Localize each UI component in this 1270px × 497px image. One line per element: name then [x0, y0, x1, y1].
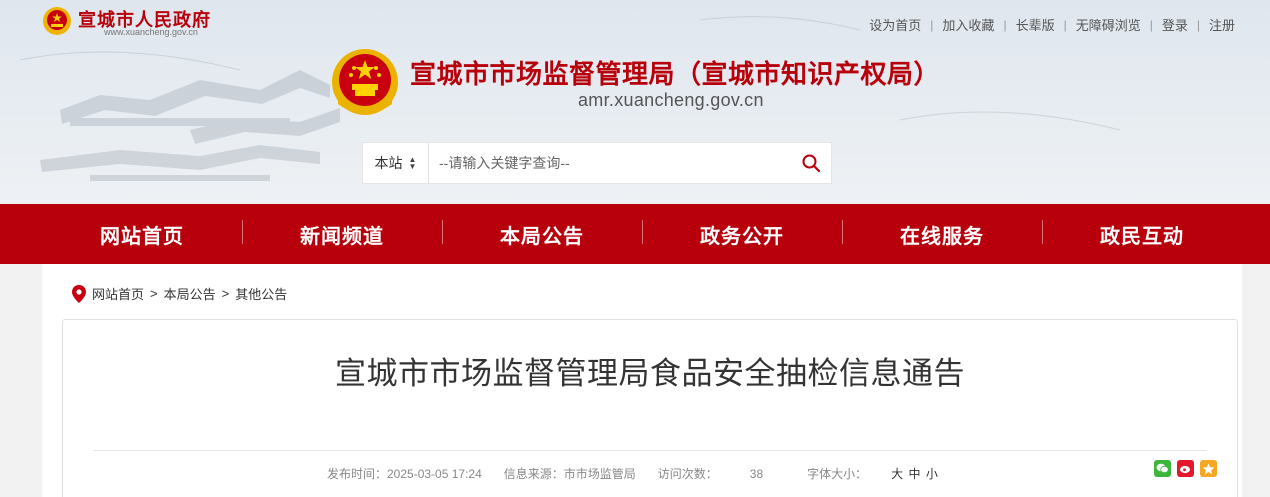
- search-icon: [802, 154, 821, 173]
- breadcrumb-separator: >: [150, 286, 158, 301]
- breadcrumb: 网站首页 > 本局公告 > 其他公告: [72, 284, 287, 303]
- site-header: 宣城市人民政府 www.xuancheng.gov.cn 设为首页 | 加入收藏 |…: [0, 0, 1270, 204]
- search-bar: 本站 ▲ ▼: [362, 142, 832, 184]
- elder-version-link[interactable]: 长辈版: [1007, 15, 1064, 34]
- breadcrumb-announcements[interactable]: 本局公告: [164, 284, 216, 303]
- top-links: 设为首页 | 加入收藏 | 长辈版 | 无障碍浏览 | 登录 | 注册: [860, 15, 1244, 34]
- nav-online-services[interactable]: 在线服务: [842, 219, 1042, 249]
- search-scope-select[interactable]: 本站 ▲ ▼: [363, 143, 429, 183]
- info-source: 信息来源：市市场监管局: [503, 467, 636, 481]
- font-size-small[interactable]: 小: [926, 467, 938, 481]
- qzone-icon[interactable]: [1200, 460, 1217, 477]
- font-size-control: 字体大小：大 中 小: [807, 467, 938, 481]
- nav-announcements[interactable]: 本局公告: [442, 219, 642, 249]
- nav-gov-affairs[interactable]: 政务公开: [642, 219, 842, 249]
- breadcrumb-home[interactable]: 网站首页: [92, 284, 144, 303]
- search-button[interactable]: [791, 143, 831, 183]
- accessibility-link[interactable]: 无障碍浏览: [1067, 15, 1150, 34]
- wechat-icon[interactable]: [1154, 460, 1171, 477]
- main-nav: 网站首页 新闻频道 本局公告 政务公开 在线服务 政民互动: [0, 204, 1270, 264]
- sort-arrows-icon: ▲ ▼: [408, 155, 417, 171]
- register-link[interactable]: 注册: [1200, 15, 1244, 34]
- publish-time: 发布时间：2025-03-05 17:24: [327, 467, 482, 481]
- breadcrumb-other[interactable]: 其他公告: [235, 284, 287, 303]
- view-count-value: 38: [749, 467, 764, 481]
- font-size-medium[interactable]: 中: [909, 467, 921, 481]
- city-site-url: www.xuancheng.gov.cn: [104, 27, 198, 37]
- bureau-url: amr.xuancheng.gov.cn: [578, 90, 764, 110]
- article-card: 宣城市市场监督管理局食品安全抽检信息通告 发布时间：2025-03-05 17:…: [62, 319, 1238, 497]
- breadcrumb-separator: >: [221, 286, 230, 301]
- view-count: 访问次数： 38: [657, 467, 764, 481]
- nav-home[interactable]: 网站首页: [42, 220, 242, 249]
- search-input[interactable]: [429, 143, 791, 183]
- location-pin-icon: [72, 284, 86, 303]
- national-emblem-icon: [332, 49, 398, 115]
- add-favorite-link[interactable]: 加入收藏: [933, 15, 1003, 34]
- nav-interaction[interactable]: 政民互动: [1042, 219, 1242, 249]
- weibo-icon[interactable]: [1177, 460, 1194, 477]
- login-link[interactable]: 登录: [1153, 15, 1197, 34]
- article-title: 宣城市市场监督管理局食品安全抽检信息通告: [335, 356, 965, 391]
- set-homepage-link[interactable]: 设为首页: [860, 15, 930, 34]
- main-content: 网站首页 > 本局公告 > 其他公告 宣城市市场监督管理局食品安全抽检信息通告 …: [42, 264, 1242, 497]
- divider: [93, 450, 1207, 451]
- font-size-large[interactable]: 大: [891, 467, 903, 481]
- nav-news[interactable]: 新闻频道: [242, 219, 442, 249]
- share-buttons: [1154, 460, 1217, 477]
- bureau-name[interactable]: 宣城市市场监督管理局（宣城市知识产权局）: [410, 54, 940, 91]
- article-meta: 发布时间：2025-03-05 17:24 信息来源：市市场监管局 访问次数： …: [327, 465, 960, 482]
- search-scope-label: 本站: [374, 155, 403, 171]
- city-emblem-icon: [43, 7, 71, 35]
